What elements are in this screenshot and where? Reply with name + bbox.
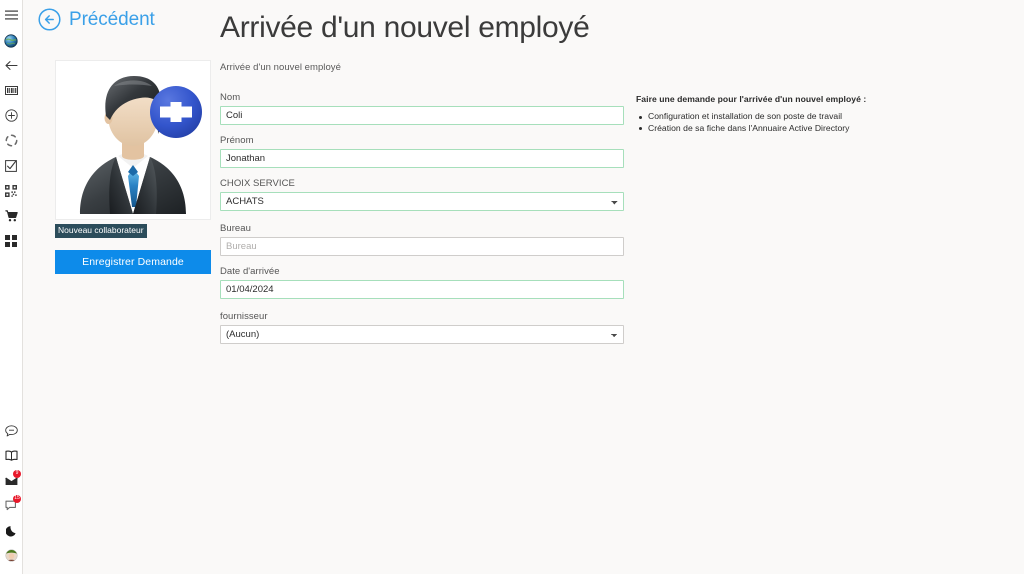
- info-panel-list: Configuration et installation de son pos…: [636, 111, 936, 134]
- form-check-icon-glyph: [5, 159, 17, 172]
- field-nom: Nom: [220, 92, 624, 125]
- field-bureau-label: Bureau: [220, 223, 251, 234]
- cart-icon-glyph: [4, 209, 18, 221]
- refresh-icon-glyph: [5, 134, 17, 147]
- back-arrow-icon-glyph: [4, 61, 18, 70]
- user-avatar-icon-glyph: [5, 549, 18, 562]
- list-item: Création de sa fiche dans l'Annuaire Act…: [636, 123, 936, 135]
- back-button[interactable]: Précédent: [38, 8, 155, 31]
- field-date-arrivee-input[interactable]: [220, 280, 624, 299]
- field-fournisseur: fournisseur (Aucun): [220, 311, 624, 344]
- notification-icon[interactable]: 15: [0, 493, 23, 518]
- employee-avatar-image: [55, 60, 211, 220]
- back-circle-icon: [38, 8, 61, 31]
- menu-icon-glyph: [4, 10, 18, 20]
- moon-icon-glyph: [5, 525, 16, 536]
- field-choix-service-label: CHOIX SERVICE: [220, 178, 295, 189]
- form-subtitle: Arrivée d'un nouvel employé: [220, 62, 341, 73]
- sidebar-bottom-group: 9 15: [0, 418, 23, 568]
- field-choix-service: CHOIX SERVICE ACHATS: [220, 178, 624, 211]
- back-arrow-icon[interactable]: [0, 53, 23, 78]
- new-employee-form: Arrivée d'un nouvel employé Nom Prénom C…: [220, 62, 624, 354]
- list-item: Configuration et installation de son pos…: [636, 111, 936, 123]
- book-icon[interactable]: [0, 443, 23, 468]
- mail-icon[interactable]: 9: [0, 468, 23, 493]
- grid-icon-glyph: [5, 234, 17, 247]
- book-icon-glyph: [5, 450, 18, 461]
- qrcode-icon[interactable]: [0, 178, 23, 203]
- avatar-tooltip-label: Nouveau collaborateur: [55, 224, 147, 238]
- back-button-label: Précédent: [69, 8, 155, 30]
- notification-badge: 15: [13, 495, 21, 503]
- moon-icon[interactable]: [0, 518, 23, 543]
- id-card-icon[interactable]: [0, 78, 23, 103]
- field-prenom-label: Prénom: [220, 135, 254, 146]
- field-fournisseur-select[interactable]: (Aucun): [220, 325, 624, 344]
- field-prenom-input[interactable]: [220, 149, 624, 168]
- field-nom-label: Nom: [220, 92, 241, 103]
- sidebar-icon-rail: 9 15: [0, 0, 23, 574]
- refresh-icon[interactable]: [0, 128, 23, 153]
- app-window: 9 15 Précédent Arrivée d'un nouvel emplo…: [0, 0, 1024, 574]
- globe-icon-glyph: [4, 33, 18, 48]
- mail-badge: 9: [13, 470, 21, 478]
- page-title: Arrivée d'un nouvel employé: [220, 11, 590, 44]
- info-panel: Faire une demande pour l'arrivée d'un no…: [636, 94, 936, 134]
- field-date-arrivee-label: Date d'arrivée: [220, 266, 280, 277]
- chat-icon[interactable]: [0, 418, 23, 443]
- field-bureau-input[interactable]: [220, 237, 624, 256]
- field-date-arrivee: Date d'arrivée: [220, 266, 624, 299]
- chat-icon-glyph: [5, 424, 18, 436]
- user-avatar-icon[interactable]: [0, 543, 23, 568]
- field-nom-input[interactable]: [220, 106, 624, 125]
- form-check-icon[interactable]: [0, 153, 23, 178]
- field-bureau: Bureau: [220, 223, 624, 256]
- globe-icon[interactable]: [0, 28, 23, 53]
- qrcode-icon-glyph: [5, 184, 17, 197]
- plus-circle-icon-glyph: [4, 109, 18, 122]
- grid-icon[interactable]: [0, 228, 23, 253]
- page-header: Précédent Arrivée d'un nouvel employé: [23, 0, 1024, 60]
- id-card-icon-glyph: [4, 86, 18, 95]
- plus-circle-icon[interactable]: [0, 103, 23, 128]
- field-choix-service-select[interactable]: ACHATS: [220, 192, 624, 211]
- menu-icon[interactable]: [0, 3, 23, 28]
- new-employee-avatar-icon: [80, 76, 202, 214]
- field-fournisseur-label: fournisseur: [220, 311, 268, 322]
- info-panel-title: Faire une demande pour l'arrivée d'un no…: [636, 94, 867, 104]
- cart-icon[interactable]: [0, 203, 23, 228]
- field-prenom: Prénom: [220, 135, 624, 168]
- save-request-button[interactable]: Enregistrer Demande: [55, 250, 211, 274]
- main-content: Précédent Arrivée d'un nouvel employé No…: [23, 0, 1024, 574]
- employee-card-panel: Nouveau collaborateur Enregistrer Demand…: [55, 60, 211, 274]
